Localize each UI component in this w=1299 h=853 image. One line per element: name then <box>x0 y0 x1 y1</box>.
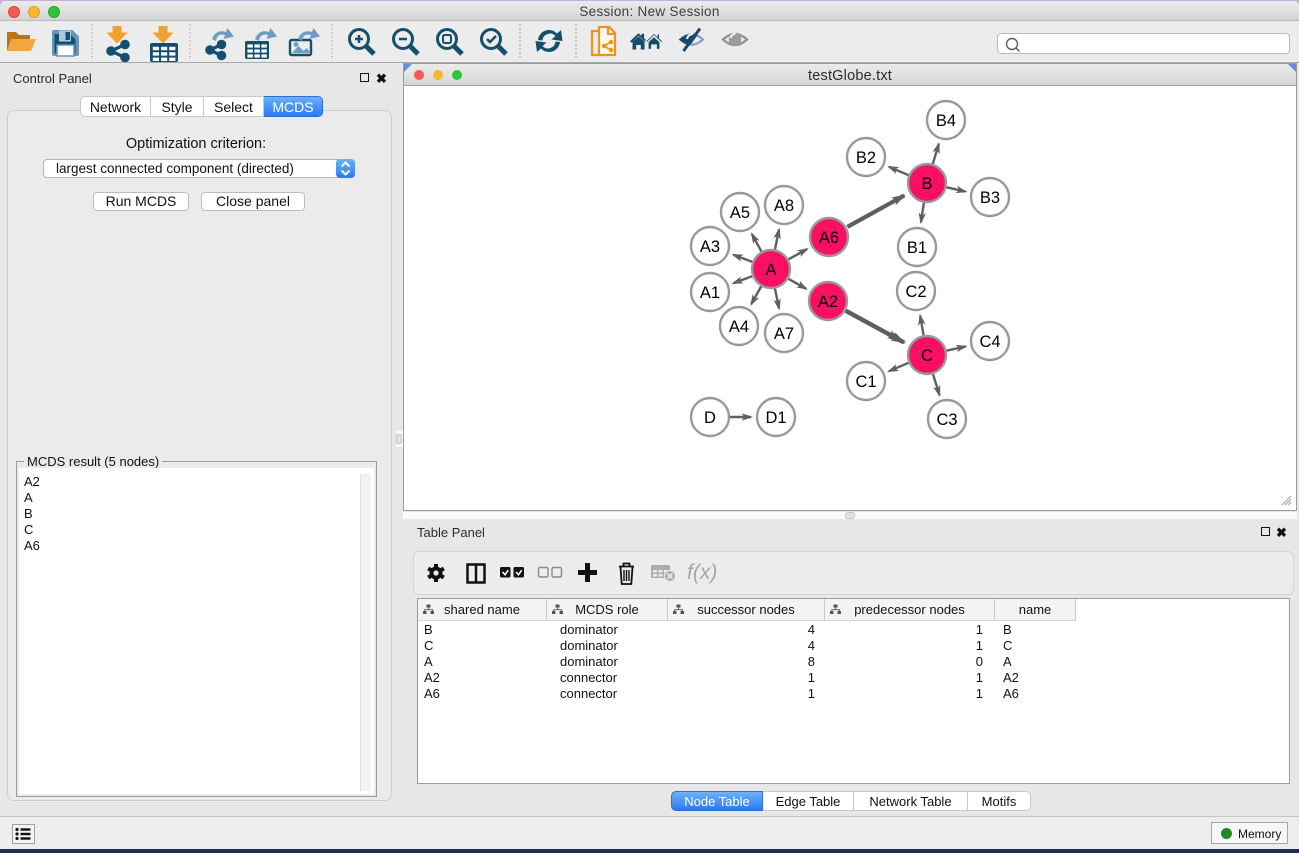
svg-text:A2: A2 <box>818 293 838 311</box>
svg-text:B: B <box>921 175 932 193</box>
svg-text:A3: A3 <box>700 238 720 256</box>
svg-text:A6: A6 <box>819 229 839 247</box>
svg-text:B3: B3 <box>980 189 1000 207</box>
svg-text:C1: C1 <box>855 373 876 391</box>
svg-text:D1: D1 <box>765 409 786 427</box>
svg-text:B1: B1 <box>907 239 927 257</box>
svg-text:C4: C4 <box>979 333 1000 351</box>
svg-text:C: C <box>921 347 933 365</box>
svg-text:C3: C3 <box>936 411 957 429</box>
svg-text:B2: B2 <box>856 149 876 167</box>
svg-text:A: A <box>765 261 776 279</box>
svg-text:A4: A4 <box>729 318 749 336</box>
svg-text:C2: C2 <box>905 283 926 301</box>
svg-text:B4: B4 <box>936 112 956 130</box>
svg-text:A5: A5 <box>730 204 750 222</box>
svg-text:A7: A7 <box>774 325 794 343</box>
svg-text:A1: A1 <box>700 284 720 302</box>
svg-text:A8: A8 <box>774 197 794 215</box>
svg-text:D: D <box>704 409 716 427</box>
svg-text:f(x): f(x) <box>687 561 717 584</box>
